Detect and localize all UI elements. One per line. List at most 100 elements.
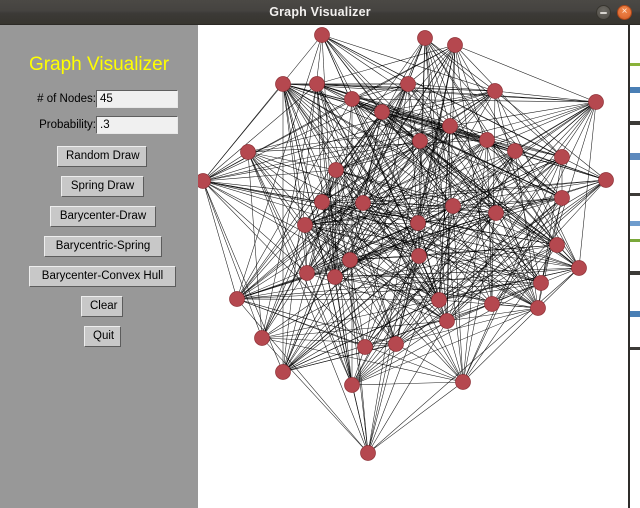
close-icon: ×: [621, 6, 628, 17]
graph-node[interactable]: [344, 377, 360, 393]
graph-node-layer: [198, 27, 614, 461]
graph-edge: [261, 83, 318, 339]
graph-node[interactable]: [254, 330, 270, 346]
quit-button[interactable]: Quit: [84, 326, 121, 347]
desktop-speck: [630, 311, 640, 317]
window-title: Graph Visualizer: [269, 5, 371, 19]
graph-edge: [349, 259, 493, 305]
graph-node[interactable]: [447, 37, 463, 53]
clear-button[interactable]: Clear: [81, 296, 123, 317]
graph-edge: [578, 101, 597, 269]
control-panel-sidebar: Graph Visualizer # of Nodes: Probability…: [0, 25, 198, 508]
graph-node[interactable]: [431, 292, 447, 308]
graph-node[interactable]: [445, 198, 461, 214]
node-count-input[interactable]: [96, 90, 178, 108]
graph-edge: [261, 224, 306, 339]
graph-node[interactable]: [314, 194, 330, 210]
graph-node-link-diagram: [198, 27, 614, 461]
graph-edge: [202, 180, 308, 274]
close-button[interactable]: ×: [617, 5, 632, 20]
graph-edge-layer: [202, 34, 607, 454]
graph-node[interactable]: [328, 162, 344, 178]
graph-canvas[interactable]: [198, 25, 628, 508]
desktop-speck: [630, 347, 640, 350]
graph-node[interactable]: [530, 300, 546, 316]
desktop-speck: [630, 87, 640, 93]
application-window: Graph Visualizer × Graph Visualizer # of…: [0, 0, 640, 508]
minimize-icon: [600, 12, 607, 14]
desktop-speck: [630, 271, 640, 275]
graph-node[interactable]: [344, 91, 360, 107]
graph-edge: [202, 83, 284, 182]
graph-node[interactable]: [412, 133, 428, 149]
desktop-speck: [630, 121, 640, 125]
graph-node[interactable]: [198, 173, 211, 189]
page-title: Graph Visualizer: [28, 54, 170, 75]
graph-node[interactable]: [275, 364, 291, 380]
desktop-speck: [630, 63, 640, 66]
graph-edge: [367, 267, 580, 454]
graph-node[interactable]: [388, 336, 404, 352]
graph-node[interactable]: [229, 291, 245, 307]
graph-node[interactable]: [355, 195, 371, 211]
desktop-speck: [630, 239, 640, 242]
graph-node[interactable]: [588, 94, 604, 110]
graph-node[interactable]: [357, 339, 373, 355]
node-count-label: # of Nodes:: [37, 93, 96, 105]
graph-node[interactable]: [314, 27, 330, 43]
graph-node[interactable]: [299, 265, 315, 281]
graph-node[interactable]: [533, 275, 549, 291]
graph-node[interactable]: [275, 76, 291, 92]
graph-node[interactable]: [487, 83, 503, 99]
title-bar[interactable]: Graph Visualizer ×: [0, 0, 640, 25]
graph-node[interactable]: [411, 248, 427, 264]
graph-node[interactable]: [571, 260, 587, 276]
graph-edge: [282, 343, 397, 373]
graph-edge: [395, 343, 464, 383]
probability-row: Probability:: [0, 116, 198, 134]
graph-node[interactable]: [507, 143, 523, 159]
barycenter-convex-hull-button[interactable]: Barycenter-Convex Hull: [29, 266, 176, 287]
graph-edge: [367, 381, 464, 454]
desktop-background-sliver: [630, 25, 640, 508]
graph-node[interactable]: [297, 217, 313, 233]
graph-node[interactable]: [554, 190, 570, 206]
graph-edge: [202, 83, 318, 182]
graph-edge: [367, 343, 397, 454]
graph-edge: [247, 151, 263, 339]
graph-edge: [486, 139, 607, 181]
desktop-speck: [630, 193, 640, 196]
graph-node[interactable]: [488, 205, 504, 221]
graph-node[interactable]: [484, 296, 500, 312]
graph-edge: [491, 244, 558, 305]
probability-input[interactable]: [96, 116, 178, 134]
random-draw-button[interactable]: Random Draw: [57, 146, 147, 167]
graph-node[interactable]: [360, 445, 376, 461]
graph-node[interactable]: [455, 374, 471, 390]
graph-edge: [495, 212, 580, 269]
graph-node[interactable]: [598, 172, 614, 188]
barycenter-draw-button[interactable]: Barycenter-Draw: [50, 206, 156, 227]
graph-edge: [364, 255, 420, 348]
minimize-button[interactable]: [596, 5, 611, 20]
graph-node[interactable]: [327, 269, 343, 285]
graph-node[interactable]: [439, 313, 455, 329]
graph-node[interactable]: [479, 132, 495, 148]
graph-node[interactable]: [554, 149, 570, 165]
window-body: Graph Visualizer # of Nodes: Probability…: [0, 25, 640, 508]
graph-node[interactable]: [549, 237, 565, 253]
graph-node[interactable]: [417, 30, 433, 46]
desktop-speck: [630, 221, 640, 226]
graph-node[interactable]: [400, 76, 416, 92]
graph-node[interactable]: [240, 144, 256, 160]
graph-edge: [454, 44, 597, 103]
graph-node[interactable]: [309, 76, 325, 92]
spring-draw-button[interactable]: Spring Draw: [61, 176, 144, 197]
graph-node[interactable]: [374, 104, 390, 120]
graph-node[interactable]: [442, 118, 458, 134]
barycentric-spring-button[interactable]: Barycentric-Spring: [44, 236, 162, 257]
graph-node[interactable]: [342, 252, 358, 268]
probability-label: Probability:: [39, 119, 96, 131]
graph-node[interactable]: [410, 215, 426, 231]
desktop-speck: [630, 153, 640, 160]
